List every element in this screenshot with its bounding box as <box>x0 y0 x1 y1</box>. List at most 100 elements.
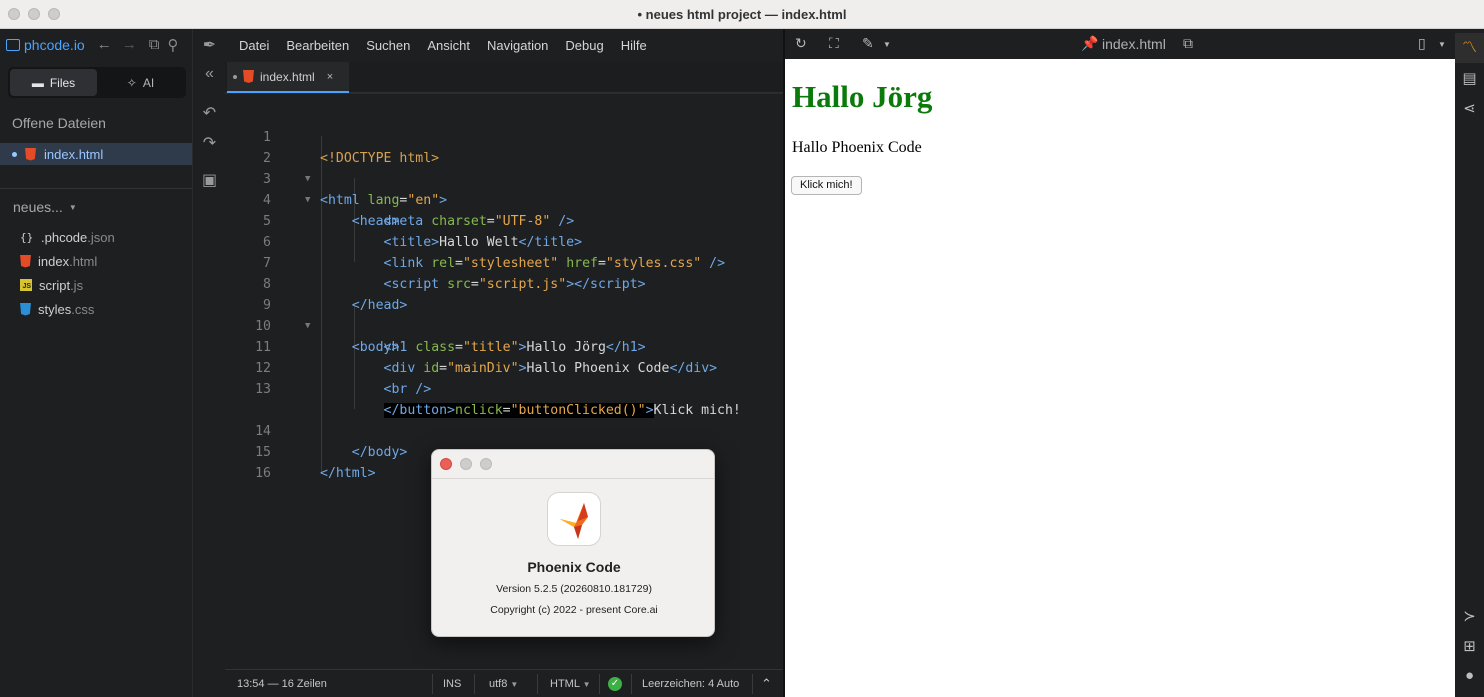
indent-settings[interactable]: Leerzeichen: 4 Auto <box>642 670 739 697</box>
caret-down-icon: ▼ <box>510 680 519 689</box>
cursor-position[interactable]: 13:54 — 16 Zeilen <box>237 670 327 697</box>
file-ext: .css <box>71 301 95 317</box>
file-ext: .json <box>87 229 115 245</box>
preview-filename: index.html <box>1102 36 1166 52</box>
menu-navigation[interactable]: Navigation <box>487 38 548 53</box>
back-arrow-icon[interactable]: ← <box>97 36 112 53</box>
menu-datei[interactable]: Datei <box>239 38 269 53</box>
code-line: 6 <link rel="stylesheet" href="styles.cs… <box>225 211 783 271</box>
tab-files-label: Files <box>49 75 76 90</box>
unsaved-dot-icon <box>233 74 237 79</box>
code-line: 13 <button onclick="buttonClicked()">Kli… <box>225 358 783 418</box>
js-file-icon: JS <box>20 279 32 291</box>
file-item-index-html[interactable]: index.html <box>20 249 115 273</box>
code-line: 8 </head> <box>225 253 783 313</box>
html-file-icon <box>25 147 36 161</box>
language-dropdown[interactable]: HTML ▼ <box>550 670 591 697</box>
caret-down-icon[interactable]: ▼ <box>883 40 891 49</box>
fullscreen-icon[interactable]: ⛶ <box>829 35 839 52</box>
menu-hilfe[interactable]: Hilfe <box>621 38 647 53</box>
file-item-phcode-json[interactable]: {} .phcode.json <box>20 225 115 249</box>
dialog-titlebar <box>432 450 714 479</box>
caret-down-icon: ▼ <box>582 680 591 689</box>
line-number: 16 <box>255 466 271 481</box>
close-tab-icon[interactable]: × <box>327 71 333 83</box>
grid-icon[interactable]: ⊞ <box>1455 637 1484 655</box>
window-title: • neues html project — index.html <box>637 7 847 22</box>
tab-files[interactable]: ▬ Files <box>10 69 97 96</box>
file-ext: .html <box>69 253 98 269</box>
menu-bearbeiten[interactable]: Bearbeiten <box>286 38 349 53</box>
pencil-icon[interactable]: ✎ <box>862 35 874 52</box>
preview-toolbar: ↻ ⛶ ✎ ▼ 📌 index.html ⧉ ▯ ▼ <box>785 29 1455 59</box>
preview-click-button[interactable]: Klick mich! <box>791 176 862 195</box>
pen-nib-icon[interactable]: ✒ <box>193 35 226 55</box>
extensions-icon[interactable]: ▤ <box>1455 69 1484 87</box>
status-divider <box>474 674 475 694</box>
json-icon: {} <box>20 230 34 244</box>
open-file-item[interactable]: index.html <box>0 143 192 165</box>
file-item-script-js[interactable]: JS script.js <box>20 273 115 297</box>
lint-status[interactable]: ✓ <box>608 670 622 697</box>
file-base: styles <box>38 301 72 317</box>
menu-ansicht[interactable]: Ansicht <box>427 38 470 53</box>
brand-link[interactable]: phcode.io <box>6 37 85 53</box>
user-avatar-icon[interactable]: ● <box>1455 667 1484 684</box>
language-label: HTML <box>550 678 580 690</box>
phoenix-logo-icon <box>547 492 601 546</box>
html-file-icon <box>243 70 254 83</box>
save-icon[interactable]: ▣ <box>193 170 226 190</box>
binoculars-icon[interactable]: ⧉ <box>149 36 160 53</box>
code-line: 4 <meta charset="UTF-8" /> <box>225 169 783 229</box>
caret-down-icon[interactable]: ▼ <box>1438 40 1446 49</box>
project-dropdown[interactable]: neues... ▼ <box>13 199 77 215</box>
code-line: 14 </body> <box>225 400 783 460</box>
live-preview-icon[interactable]: 〽 <box>1455 33 1484 63</box>
file-base: script <box>39 277 71 293</box>
right-rail: 〽 ▤ ⋖ ≻ ⊞ ● <box>1455 29 1484 697</box>
insert-mode[interactable]: INS <box>443 670 461 697</box>
dialog-zoom-button[interactable] <box>480 458 492 470</box>
dialog-close-button[interactable] <box>440 458 452 470</box>
open-files-heading: Offene Dateien <box>12 115 106 131</box>
menu-debug[interactable]: Debug <box>565 38 603 53</box>
indent-label: Leerzeichen: <box>642 678 705 690</box>
open-external-icon[interactable]: ⧉ <box>1183 35 1193 52</box>
preview-heading: Hallo Jörg <box>792 79 933 114</box>
status-divider <box>599 674 600 694</box>
dialog-minimize-button[interactable] <box>460 458 472 470</box>
pin-icon[interactable]: 📌 <box>1081 35 1098 52</box>
menu-suchen[interactable]: Suchen <box>366 38 410 53</box>
redo-icon[interactable]: ↷ <box>193 133 226 153</box>
undo-icon[interactable]: ↶ <box>193 103 226 123</box>
editor-tab-index-html[interactable]: index.html × <box>227 62 349 93</box>
forward-arrow-icon[interactable]: → <box>122 36 137 53</box>
status-divider <box>752 674 753 694</box>
unsaved-dot-icon <box>12 151 17 157</box>
about-version: Version 5.2.5 (20260810.181729) <box>496 583 652 595</box>
terminal-icon[interactable]: ≻ <box>1455 607 1484 625</box>
code-line: 9 ▼ <body> <box>225 274 783 355</box>
file-item-styles-css[interactable]: styles.css <box>20 297 115 321</box>
code-line: 5 <title>Hallo Welt</title> <box>225 190 783 250</box>
chevron-up-icon[interactable]: ⌃ <box>761 670 772 697</box>
reload-icon[interactable]: ↻ <box>795 35 807 52</box>
indent-value: 4 Auto <box>708 678 740 690</box>
file-base: .phcode <box>41 229 88 245</box>
preview-main-div: Hallo Phoenix Code <box>792 139 922 156</box>
code-line: 1 <!DOCTYPE html> <box>225 106 783 166</box>
search-icon[interactable]: ⚲ <box>167 36 178 54</box>
code-line: </button> <box>383 403 455 418</box>
device-icon[interactable]: ▯ <box>1418 35 1426 52</box>
sidebar: phcode.io ← → ⧉ ⚲ ▬ Files ✧ AI Offene Da… <box>0 29 192 697</box>
window-icon <box>6 38 20 51</box>
encoding-dropdown[interactable]: utf8 ▼ <box>489 670 518 697</box>
about-copyright: Copyright (c) 2022 - present Core.ai <box>490 604 658 616</box>
brand-label: phcode.io <box>24 36 85 53</box>
sidebar-divider <box>0 188 192 189</box>
share-icon[interactable]: ⋖ <box>1455 99 1484 117</box>
collapse-sidebar-icon[interactable]: « <box>193 65 226 83</box>
tab-ai[interactable]: ✧ AI <box>97 69 184 96</box>
menu-bar: Datei Bearbeiten Suchen Ansicht Navigati… <box>225 29 783 62</box>
status-divider <box>631 674 632 694</box>
